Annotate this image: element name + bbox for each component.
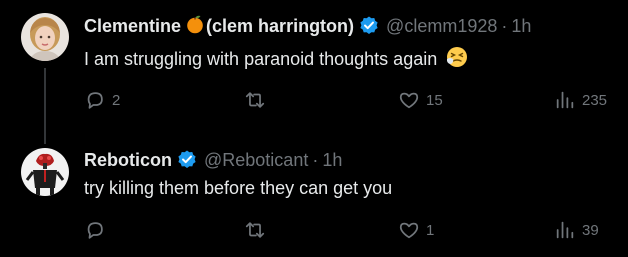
tweet-actions: 2 15 235 [84,88,618,112]
separator-dot: · [501,15,508,36]
display-name[interactable]: Clementine [84,16,181,37]
views-icon [556,221,574,239]
like-count: 1 [426,221,435,239]
tweet[interactable]: Clementine (clem harrington) @clemm1928 … [0,0,628,144]
view-count: 235 [582,91,608,109]
views-button[interactable]: 235 [554,88,607,112]
verified-badge-icon [176,149,198,171]
retweet-icon [245,222,265,238]
retweet-button[interactable] [244,88,272,112]
sneezing-face-emoji-icon [446,46,468,74]
views-icon [556,91,574,109]
views-button[interactable]: 39 [554,218,599,242]
avatar[interactable] [21,13,69,61]
verified-badge-icon [358,15,380,37]
view-count: 39 [582,221,599,239]
reply-icon [87,92,103,109]
retweet-icon [245,92,265,108]
separator-dot: · [312,149,319,170]
display-name[interactable]: Reboticon [84,150,172,171]
like-count: 15 [426,91,443,109]
tweet-actions: 1 39 [84,218,618,242]
like-button[interactable]: 1 [398,218,434,242]
thread-connector-line [44,68,46,144]
tweet-text: I am struggling with paranoid thoughts a… [84,46,468,74]
reply-button[interactable] [84,218,112,242]
tweet[interactable]: Reboticon @Reboticant · 1h try killing t… [0,138,628,257]
tweet-text-content: I am struggling with paranoid thoughts a… [84,48,438,69]
display-name-suffix[interactable]: (clem harrington) [206,16,354,37]
reply-button[interactable]: 2 [84,88,120,112]
tweet-header: Clementine (clem harrington) @clemm1928 … [84,14,531,38]
handle[interactable]: @Reboticant [204,150,308,171]
handle[interactable]: @clemm1928 [386,16,497,37]
timestamp[interactable]: 1h [511,16,531,37]
timestamp[interactable]: 1h [322,150,342,171]
like-icon [399,92,419,109]
tweet-header: Reboticon @Reboticant · 1h [84,148,342,172]
retweet-button[interactable] [244,218,272,242]
reply-icon [87,222,103,239]
tweet-text: try killing them before they can get you [84,178,393,198]
orange-emoji-icon [185,14,205,39]
like-icon [399,222,419,239]
like-button[interactable]: 15 [398,88,443,112]
reply-count: 2 [112,91,121,109]
avatar[interactable] [21,148,69,196]
